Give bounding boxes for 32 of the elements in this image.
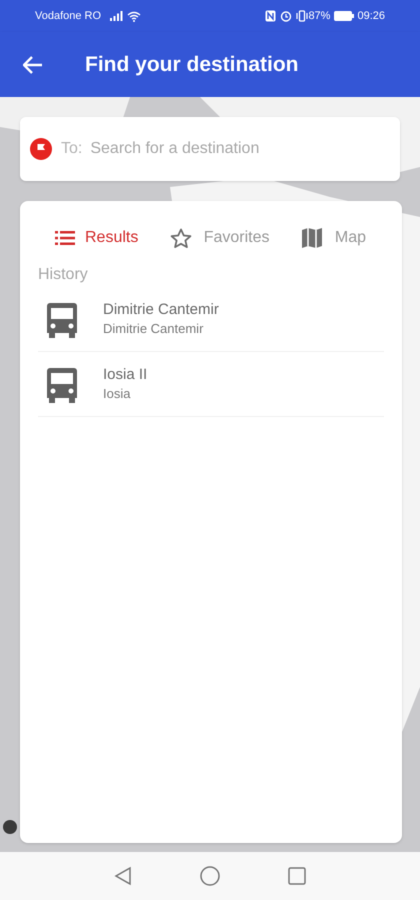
bus-icon (46, 366, 78, 402)
wifi-icon (127, 10, 142, 22)
section-heading: History (38, 265, 88, 285)
history-item[interactable]: Dimitrie Cantemir Dimitrie Cantemir (38, 287, 384, 352)
tab[interactable]: Favorites (170, 226, 270, 250)
alarm-icon (280, 10, 292, 22)
map-icon (300, 227, 323, 249)
signal-icon (109, 11, 124, 21)
battery-icon (334, 11, 354, 21)
field-label: To: (61, 139, 82, 159)
stop-name: Dimitrie Cantemir (103, 300, 219, 320)
bus-icon (46, 300, 78, 338)
stop-subtitle: Iosia (103, 385, 132, 403)
battery-percent: 87% (308, 8, 330, 24)
nfc-icon (265, 10, 276, 22)
search-input[interactable]: Search for a destination (90, 137, 390, 161)
home-icon[interactable] (200, 866, 220, 886)
stop-name: Iosia II (103, 365, 148, 385)
stop-subtitle: Dimitrie Cantemir (103, 320, 204, 338)
screen-title: Find your destination (85, 52, 298, 78)
tab[interactable]: Results (55, 226, 138, 250)
carrier-name: Vodafone RO (35, 8, 102, 24)
history-item[interactable]: Iosia II Iosia (38, 352, 384, 417)
vibrate-icon (296, 10, 308, 22)
star-icon (170, 228, 192, 248)
back-icon[interactable] (114, 866, 132, 886)
clock-time: 09:26 (357, 8, 385, 24)
list-icon (55, 230, 75, 246)
back-arrow-icon (23, 56, 43, 74)
flag-icon (30, 138, 52, 160)
recents-icon[interactable] (288, 867, 306, 885)
tab[interactable]: Map (300, 226, 366, 250)
